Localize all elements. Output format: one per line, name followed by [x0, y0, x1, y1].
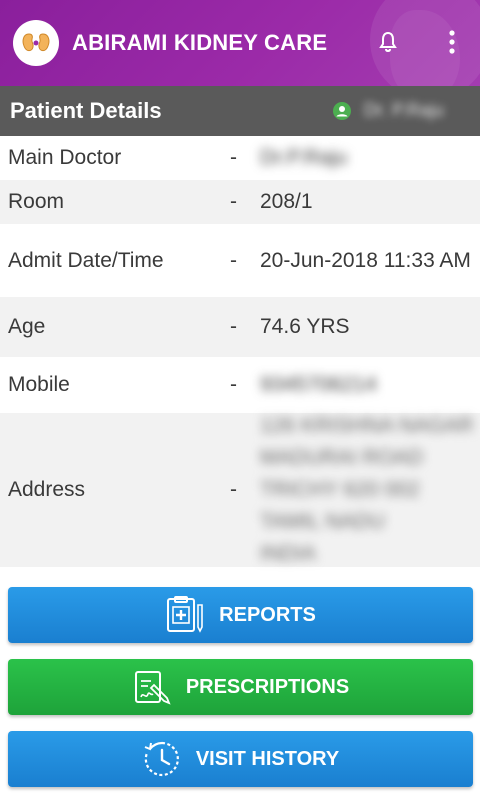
more-vert-icon[interactable] — [440, 28, 464, 56]
address-line: TRICHY 620 002 — [260, 478, 420, 501]
user-icon — [333, 102, 351, 120]
reports-button[interactable]: REPORTS — [8, 587, 473, 643]
detail-label: Age — [8, 315, 46, 338]
visit-history-button[interactable]: VISIT HISTORY — [8, 731, 473, 787]
clipboard-icon — [167, 596, 203, 633]
patient-details-header: Patient Details Dr. P.Raju — [0, 86, 480, 136]
detail-value: 126 KRISHNA NAGAR MADURAI ROAD TRICHY 62… — [260, 413, 480, 567]
detail-label: Admit Date/Time — [8, 248, 164, 272]
detail-row-room: Room - 208/1 — [0, 180, 480, 224]
detail-value: 74.6 YRS — [260, 315, 350, 338]
address-line: 126 KRISHNA NAGAR — [260, 414, 474, 437]
reports-label: REPORTS — [219, 603, 316, 626]
detail-separator: - — [230, 478, 237, 501]
prescriptions-label: PRESCRIPTIONS — [185, 675, 350, 698]
detail-row-address: Address - 126 KRISHNA NAGAR MADURAI ROAD… — [0, 413, 480, 567]
app-bar: ABIRAMI KIDNEY CARE — [0, 0, 480, 86]
detail-row-admit-date: Admit Date/Time - 20-Jun-2018 11:33 AM — [0, 224, 480, 297]
detail-label: Mobile — [8, 373, 70, 396]
detail-label: Room — [8, 190, 65, 213]
detail-separator: - — [230, 373, 237, 396]
detail-value: 208/1 — [260, 190, 313, 213]
bell-icon[interactable] — [376, 30, 400, 54]
detail-separator: - — [230, 315, 237, 338]
app-title: ABIRAMI KIDNEY CARE — [72, 30, 328, 55]
detail-separator: - — [230, 146, 237, 169]
clock-history-icon — [144, 741, 179, 777]
prescriptions-button[interactable]: PRESCRIPTIONS — [8, 659, 473, 715]
detail-separator: - — [230, 190, 237, 213]
section-title: Patient Details — [10, 98, 162, 123]
prescription-icon — [134, 671, 171, 705]
address-line: INDIA — [260, 542, 317, 565]
detail-row-age: Age - 74.6 YRS — [0, 297, 480, 357]
detail-value: 9345706214 — [260, 373, 377, 396]
address-line: TAMIL NADU — [260, 510, 385, 533]
visit-history-label: VISIT HISTORY — [195, 747, 340, 770]
address-lines: 126 KRISHNA NAGAR MADURAI ROAD TRICHY 62… — [260, 413, 474, 567]
detail-row-mobile: Mobile - 9345706214 — [0, 357, 480, 413]
kidney-icon — [13, 20, 59, 66]
detail-value: Dr.P.Raju — [260, 146, 348, 169]
address-line: MADURAI ROAD — [260, 446, 424, 469]
detail-label: Main Doctor — [8, 146, 122, 169]
detail-separator: - — [230, 248, 237, 272]
detail-label: Address — [8, 478, 86, 501]
patient-details-list: Main Doctor - Dr.P.Raju Room - 208/1 Adm… — [0, 136, 480, 567]
detail-value: 20-Jun-2018 11:33 AM — [260, 248, 471, 272]
detail-row-main-doctor: Main Doctor - Dr.P.Raju — [0, 136, 480, 180]
user-name: Dr. P.Raju — [364, 100, 444, 120]
